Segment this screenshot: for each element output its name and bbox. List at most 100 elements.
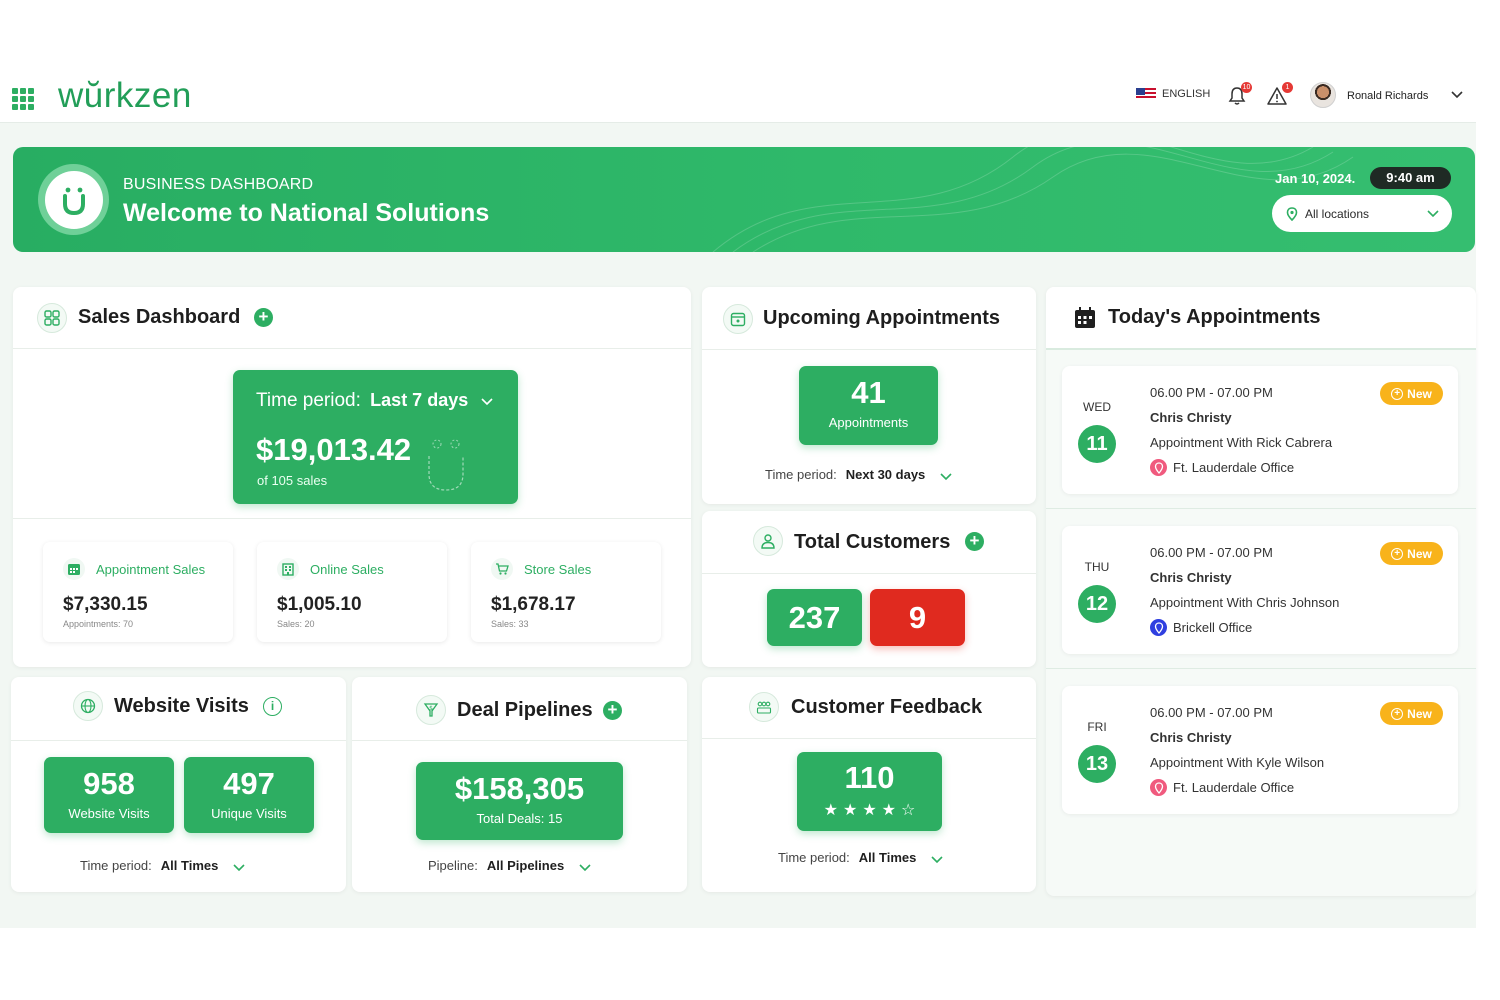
website-visits-label: Website Visits <box>68 806 150 821</box>
alerts-button[interactable]: 1 <box>1267 82 1293 111</box>
appointment-sales-tile[interactable]: Appointment Sales $7,330.15 Appointments… <box>43 542 233 642</box>
tile-subtext: Sales: 20 <box>277 619 315 629</box>
user-name[interactable]: Ronald Richards <box>1347 90 1428 102</box>
appointment-item[interactable]: WED 11 06.00 PM - 07.00 PM Chris Christy… <box>1062 366 1458 494</box>
appointment-item[interactable]: FRI 13 06.00 PM - 07.00 PM Chris Christy… <box>1062 686 1458 814</box>
calendar-clock-icon <box>723 304 753 334</box>
appointment-description: Appointment With Kyle Wilson <box>1150 755 1325 770</box>
plus-circle-icon: + <box>1391 707 1404 720</box>
badge-label: New <box>1407 546 1432 561</box>
location-select-value: All locations <box>1305 206 1370 221</box>
add-customer-button[interactable]: + <box>965 532 984 551</box>
appointment-person: Chris Christy <box>1150 410 1232 425</box>
appointment-person: Chris Christy <box>1150 730 1232 745</box>
deals-amount: $158,305 <box>454 771 585 806</box>
user-avatar[interactable] <box>1310 82 1336 108</box>
location-select[interactable]: All locations <box>1272 195 1452 232</box>
welcome-banner: BUSINESS DASHBOARD Welcome to National S… <box>13 147 1475 252</box>
website-period-selector[interactable]: Time period: All Times <box>80 858 246 874</box>
company-logo <box>38 164 109 235</box>
add-deal-button[interactable]: + <box>603 701 622 720</box>
period-value: Next 30 days <box>845 467 926 482</box>
star-filled-icon: ★ <box>823 802 838 819</box>
sales-total-panel: Time period: Last 7 days $19,013.42 of 1… <box>233 370 518 504</box>
appointment-time: 06.00 PM - 07.00 PM <box>1150 545 1273 560</box>
sales-period-selector[interactable]: Time period: Last 7 days <box>256 390 494 412</box>
tile-label: Online Sales <box>310 562 384 577</box>
notifications-button[interactable]: 10 <box>1228 82 1252 111</box>
upcoming-count: 41 <box>851 375 886 410</box>
shopping-cart-icon <box>491 558 513 580</box>
upcoming-period-selector[interactable]: Time period: Next 30 days <box>765 467 953 483</box>
divider <box>13 518 691 519</box>
us-flag-icon <box>1136 88 1156 100</box>
grid-dashboard-icon <box>37 303 67 333</box>
customers-total-box[interactable]: 237 <box>767 589 862 646</box>
new-badge[interactable]: + New <box>1380 702 1443 725</box>
store-sales-tile[interactable]: Store Sales $1,678.17 Sales: 33 <box>471 542 661 642</box>
plus-circle-icon: + <box>1391 387 1404 400</box>
appointment-description: Appointment With Rick Cabrera <box>1150 435 1333 450</box>
customers-title: Total Customers <box>794 531 951 553</box>
appointment-day: THU <box>1084 560 1110 574</box>
customers-flagged: 9 <box>908 600 927 635</box>
deals-count: Total Deals: 15 <box>476 811 563 826</box>
appointment-location: Ft. Lauderdale Office <box>1150 779 1294 796</box>
feedback-count: 110 <box>844 760 895 795</box>
feedback-period-selector[interactable]: Time period: All Times <box>778 850 944 866</box>
current-time: 9:40 am <box>1370 167 1451 189</box>
tile-value: $7,330.15 <box>63 594 148 615</box>
period-label: Time period: <box>765 467 837 482</box>
website-visits-count: 958 <box>83 766 135 801</box>
tile-value: $1,678.17 <box>491 594 576 615</box>
customers-flagged-box[interactable]: 9 <box>870 589 965 646</box>
online-sales-tile[interactable]: Online Sales $1,005.10 Sales: 20 <box>257 542 447 642</box>
chevron-down-icon <box>1427 210 1439 218</box>
sales-period-value: Last 7 days <box>370 390 469 410</box>
location-pin-icon <box>1150 619 1167 636</box>
chevron-down-icon <box>940 472 952 480</box>
star-empty-icon: ☆ <box>901 802 916 819</box>
star-filled-icon: ★ <box>881 802 897 819</box>
period-value: All Times <box>858 850 917 865</box>
pipeline-selector[interactable]: Pipeline: All Pipelines <box>428 858 592 874</box>
rating-stars: ★ ★ ★ ★ ☆ <box>797 800 942 820</box>
star-filled-icon: ★ <box>842 802 858 819</box>
group-feedback-icon <box>749 692 779 722</box>
unique-visits-label: Unique Visits <box>211 806 287 821</box>
tile-label: Store Sales <box>524 562 592 577</box>
svg-text:$: $ <box>429 705 433 712</box>
language-selector[interactable]: ENGLISH <box>1136 88 1210 100</box>
appointment-date: 13 <box>1078 745 1116 783</box>
new-badge[interactable]: + New <box>1380 382 1443 405</box>
user-menu-chevron-icon[interactable] <box>1450 87 1464 106</box>
new-badge[interactable]: + New <box>1380 542 1443 565</box>
app-grid-icon[interactable] <box>12 88 34 110</box>
chevron-down-icon <box>480 398 493 406</box>
pipeline-label: Pipeline: <box>428 858 478 873</box>
smile-logo-icon <box>62 187 85 215</box>
building-icon <box>277 558 299 580</box>
upcoming-count-label: Appointments <box>828 415 909 430</box>
unique-visits-count: 497 <box>223 766 275 801</box>
pipeline-value: All Pipelines <box>486 858 565 873</box>
appointment-item[interactable]: THU 12 06.00 PM - 07.00 PM Chris Christy… <box>1062 526 1458 654</box>
language-label: ENGLISH <box>1162 88 1211 100</box>
tile-label: Appointment Sales <box>96 562 206 577</box>
appointment-description: Appointment With Chris Johnson <box>1150 595 1340 610</box>
add-sale-button[interactable]: + <box>254 308 273 327</box>
appointment-time: 06.00 PM - 07.00 PM <box>1150 385 1273 400</box>
smile-watermark-icon <box>428 439 464 491</box>
upcoming-count-panel: 41 Appointments <box>799 366 938 445</box>
appointment-location: Ft. Lauderdale Office <box>1150 459 1294 476</box>
appointment-location: Brickell Office <box>1150 619 1252 636</box>
location-name: Ft. Lauderdale Office <box>1173 460 1295 475</box>
star-filled-icon: ★ <box>862 802 877 819</box>
brand-logo[interactable]: wŭrkzen <box>58 76 192 116</box>
badge-label: New <box>1407 386 1432 401</box>
appointment-person: Chris Christy <box>1150 570 1232 585</box>
divider <box>1046 508 1476 509</box>
info-icon[interactable]: i <box>263 697 282 716</box>
website-visits-box: 958 Website Visits <box>44 757 174 833</box>
user-icon <box>753 526 783 556</box>
